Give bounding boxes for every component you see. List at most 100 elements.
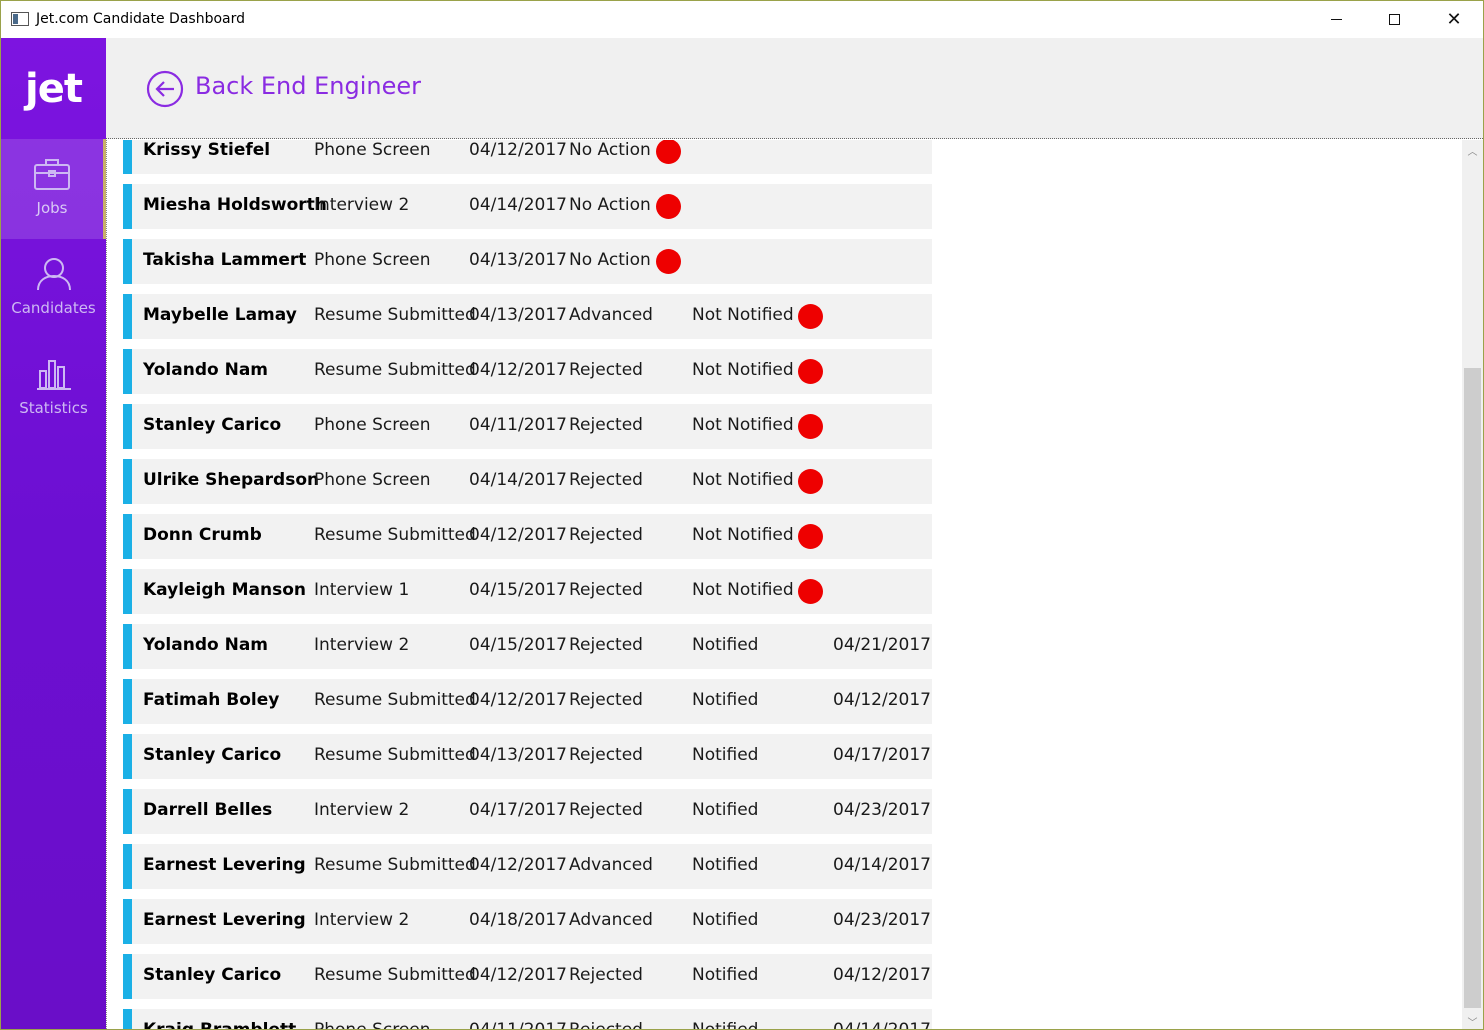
maximize-button[interactable] bbox=[1365, 1, 1423, 38]
candidate-name: Stanley Carico bbox=[143, 965, 282, 985]
candidate-name: Donn Crumb bbox=[143, 525, 262, 545]
stage-date: 04/12/2017 bbox=[469, 965, 567, 985]
alert-status-icon bbox=[798, 579, 823, 604]
candidate-action: Advanced bbox=[569, 305, 653, 325]
candidate-action: Rejected bbox=[569, 415, 643, 435]
row-accent-bar bbox=[123, 349, 132, 394]
sidebar-item-label: Jobs bbox=[36, 199, 68, 217]
table-row[interactable]: Earnest Levering Interview 2 04/18/2017 Adv… bbox=[123, 899, 932, 944]
row-accent-bar bbox=[123, 679, 132, 724]
table-row[interactable]: Maybelle Lamay Resume Submitted 04/13/2017… bbox=[123, 294, 932, 339]
scrollbar-thumb[interactable] bbox=[1464, 368, 1481, 1008]
candidate-name: Miesha Holdsworth bbox=[143, 195, 327, 215]
notification-status: Not Notified bbox=[692, 470, 794, 490]
candidate-name: Krissy Stiefel bbox=[143, 140, 271, 160]
table-row[interactable]: Stanley Carico Phone Screen 04/11/2017 Reje… bbox=[123, 404, 932, 449]
scroll-down-icon[interactable]: ﹀ bbox=[1462, 1011, 1483, 1029]
row-accent-bar bbox=[123, 184, 132, 229]
window-title: Jet.com Candidate Dashboard bbox=[36, 11, 246, 27]
alert-status-icon bbox=[656, 249, 681, 274]
sidebar-item-statistics[interactable]: Statistics bbox=[1, 339, 106, 439]
row-accent-bar bbox=[123, 459, 132, 504]
alert-status-icon bbox=[656, 194, 681, 219]
stage-date: 04/18/2017 bbox=[469, 910, 567, 930]
candidate-stage: Interview 2 bbox=[314, 800, 410, 820]
page-header: Back End Engineer bbox=[106, 38, 1483, 139]
candidate-action: Advanced bbox=[569, 855, 653, 875]
candidate-stage: Resume Submitted bbox=[314, 305, 476, 325]
stage-date: 04/11/2017 bbox=[469, 1020, 567, 1030]
sidebar-item-candidates[interactable]: Candidates bbox=[1, 239, 106, 339]
table-row[interactable]: Darrell Belles Interview 2 04/17/2017 Rejec… bbox=[123, 789, 932, 834]
candidate-stage: Resume Submitted bbox=[314, 965, 476, 985]
table-row[interactable]: Yolando Nam Interview 2 04/15/2017 Rejected… bbox=[123, 624, 932, 669]
sidebar: jet Jobs Candidates Statistics bbox=[1, 38, 106, 1029]
briefcase-icon bbox=[34, 159, 70, 190]
table-row[interactable]: Miesha Holdsworth Interview 2 04/14/2017 No… bbox=[123, 184, 932, 229]
candidate-action: No Action bbox=[569, 140, 651, 160]
table-row[interactable]: Donn Crumb Resume Submitted 04/12/2017 Reje… bbox=[123, 514, 932, 559]
table-row[interactable]: Fatimah Boley Resume Submitted 04/12/2017 R… bbox=[123, 679, 932, 724]
candidate-stage: Interview 1 bbox=[314, 580, 410, 600]
alert-status-icon bbox=[798, 414, 823, 439]
close-button[interactable]: ✕ bbox=[1425, 1, 1483, 38]
stage-date: 04/12/2017 bbox=[469, 690, 567, 710]
alert-status-icon bbox=[798, 524, 823, 549]
table-row[interactable]: Earnest Levering Resume Submitted 04/12/20… bbox=[123, 844, 932, 889]
alert-status-icon bbox=[798, 304, 823, 329]
minimize-button[interactable] bbox=[1307, 1, 1365, 38]
notification-status: Notified bbox=[692, 1020, 759, 1030]
candidate-name: Takisha Lammert bbox=[143, 250, 307, 270]
candidate-stage: Phone Screen bbox=[314, 250, 431, 270]
stage-date: 04/14/2017 bbox=[469, 470, 567, 490]
candidate-name: Maybelle Lamay bbox=[143, 305, 297, 325]
notified-date: 04/12/2017 bbox=[833, 690, 931, 710]
candidate-name: Stanley Carico bbox=[143, 745, 282, 765]
bar-chart-icon bbox=[36, 360, 71, 390]
app-window: Jet.com Candidate Dashboard ✕ jet Jobs C… bbox=[0, 0, 1484, 1030]
table-row[interactable]: Kraig Bramblett Phone Screen 04/11/2017 Rej… bbox=[123, 1009, 932, 1030]
candidate-stage: Phone Screen bbox=[314, 140, 431, 160]
notified-date: 04/14/2017 bbox=[833, 855, 931, 875]
person-icon bbox=[36, 258, 71, 291]
notification-status: Notified bbox=[692, 745, 759, 765]
row-accent-bar bbox=[123, 734, 132, 779]
candidate-action: Advanced bbox=[569, 910, 653, 930]
notification-status: Notified bbox=[692, 965, 759, 985]
table-row[interactable]: Krissy Stiefel Phone Screen 04/12/2017 No A… bbox=[123, 140, 932, 174]
sidebar-item-jobs[interactable]: Jobs bbox=[1, 139, 106, 239]
scrollbar[interactable]: ︿ ﹀ bbox=[1462, 140, 1483, 1029]
back-arrow-icon[interactable] bbox=[146, 70, 184, 108]
table-row[interactable]: Ulrike Shepardson Phone Screen 04/14/2017 R… bbox=[123, 459, 932, 504]
stage-date: 04/14/2017 bbox=[469, 195, 567, 215]
candidate-action: Rejected bbox=[569, 360, 643, 380]
candidate-name: Fatimah Boley bbox=[143, 690, 280, 710]
table-row[interactable]: Yolando Nam Resume Submitted 04/12/2017 Rej… bbox=[123, 349, 932, 394]
notified-date: 04/23/2017 bbox=[833, 800, 931, 820]
table-row[interactable]: Stanley Carico Resume Submitted 04/12/2017… bbox=[123, 954, 932, 999]
candidate-name: Darrell Belles bbox=[143, 800, 273, 820]
stage-date: 04/12/2017 bbox=[469, 855, 567, 875]
sidebar-item-label: Statistics bbox=[19, 399, 88, 417]
table-row[interactable]: Kayleigh Manson Interview 1 04/15/2017 Reje… bbox=[123, 569, 932, 614]
candidate-name: Kraig Bramblett bbox=[143, 1020, 297, 1030]
stage-date: 04/13/2017 bbox=[469, 305, 567, 325]
stage-date: 04/13/2017 bbox=[469, 745, 567, 765]
table-row[interactable]: Stanley Carico Resume Submitted 04/13/2017… bbox=[123, 734, 932, 779]
stage-date: 04/12/2017 bbox=[469, 360, 567, 380]
candidate-list[interactable]: Krissy Stiefel Phone Screen 04/12/2017 No A… bbox=[106, 140, 1462, 1030]
notification-status: Not Notified bbox=[692, 525, 794, 545]
candidate-action: Rejected bbox=[569, 800, 643, 820]
alert-status-icon bbox=[798, 469, 823, 494]
notification-status: Notified bbox=[692, 635, 759, 655]
sidebar-item-label: Candidates bbox=[11, 299, 96, 317]
candidate-action: Rejected bbox=[569, 635, 643, 655]
notification-status: Not Notified bbox=[692, 415, 794, 435]
alert-status-icon bbox=[656, 140, 681, 164]
row-accent-bar bbox=[123, 624, 132, 669]
title-bar: Jet.com Candidate Dashboard ✕ bbox=[1, 1, 1483, 38]
scroll-up-icon[interactable]: ︿ bbox=[1462, 140, 1483, 160]
table-row[interactable]: Takisha Lammert Phone Screen 04/13/2017 No … bbox=[123, 239, 932, 284]
candidate-name: Earnest Levering bbox=[143, 855, 306, 875]
notified-date: 04/23/2017 bbox=[833, 910, 931, 930]
